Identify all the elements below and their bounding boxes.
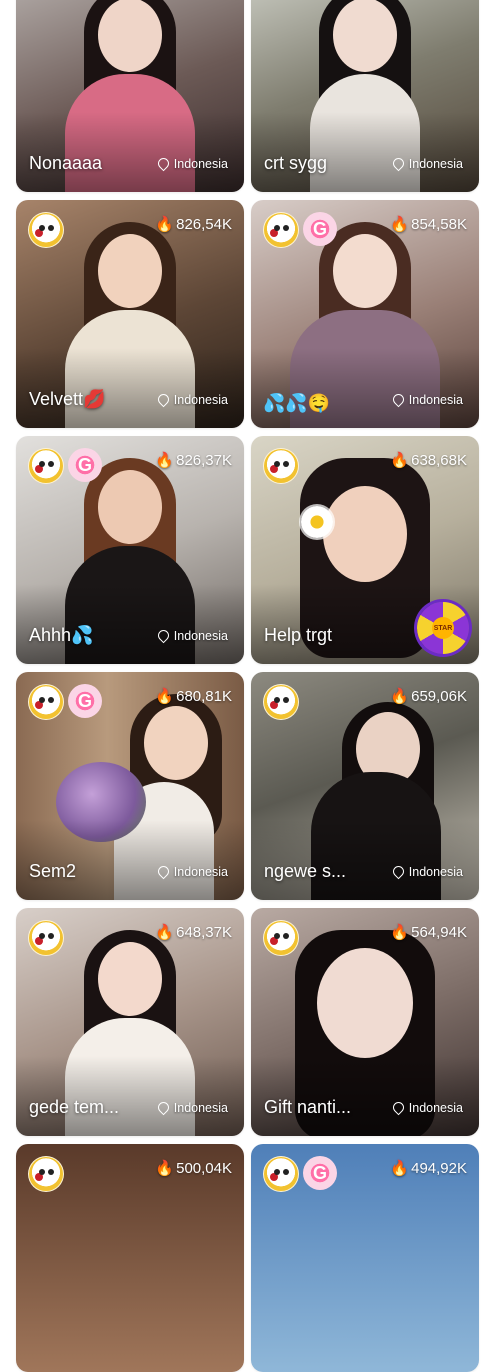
fire-icon: 🔥	[390, 452, 410, 469]
location-label: Indonesia	[155, 155, 228, 171]
location-label: Indonesia	[155, 863, 228, 879]
wheel-label: STAR	[432, 617, 454, 639]
stream-title: gede tem...	[29, 1097, 120, 1117]
viewer-count: 🔥 854,58K	[390, 215, 467, 234]
host-badges: G	[263, 1156, 337, 1192]
viewer-count: 🔥 494,92K	[390, 1159, 467, 1178]
location-pin-icon	[390, 1099, 407, 1115]
stream-title: Ahhh💦	[29, 625, 94, 645]
viewer-count: 🔥 826,37K	[155, 451, 232, 470]
viewer-count: 🔥 500,04K	[155, 1159, 232, 1178]
fire-icon: 🔥	[155, 452, 175, 469]
live-card[interactable]: 🔥 659,06K ngewe s... Indonesia	[251, 672, 479, 900]
level-badge-icon	[263, 1156, 299, 1192]
viewer-count: 🔥 638,68K	[390, 451, 467, 470]
host-badges: G	[28, 448, 102, 484]
location-pin-icon	[390, 155, 407, 171]
location-pin-icon	[155, 155, 172, 171]
host-badges	[28, 212, 64, 248]
live-card[interactable]: crt sygg Indonesia	[251, 0, 479, 192]
location-label: Indonesia	[390, 1099, 463, 1115]
host-badges	[28, 920, 64, 956]
swirl-badge-icon: G	[303, 212, 337, 246]
fire-icon: 🔥	[390, 688, 410, 705]
location-label: Indonesia	[155, 391, 228, 407]
swirl-badge-icon: G	[68, 684, 102, 718]
location-label: Indonesia	[390, 391, 463, 407]
stream-title: Sem2	[29, 861, 77, 881]
level-badge-icon	[28, 212, 64, 248]
stream-title: ngewe s...	[264, 861, 347, 881]
stream-title: 💦💦🤤	[263, 393, 331, 413]
level-badge-icon	[263, 920, 299, 956]
level-badge-icon	[28, 448, 64, 484]
stream-title: Velvett💋	[29, 389, 106, 409]
fire-icon: 🔥	[155, 1160, 175, 1177]
swirl-badge-icon: G	[303, 1156, 337, 1190]
location-label: Indonesia	[155, 627, 228, 643]
stream-title: Help trgt	[264, 625, 333, 645]
live-card[interactable]: G 🔥 826,37K Ahhh💦 Indonesia	[16, 436, 244, 664]
live-card[interactable]: 🔥 638,68K Help trgt STAR	[251, 436, 479, 664]
fire-icon: 🔥	[390, 924, 410, 941]
fire-icon: 🔥	[390, 1160, 410, 1177]
host-badges	[263, 684, 299, 720]
fire-icon: 🔥	[390, 216, 410, 233]
viewer-count: 🔥 564,94K	[390, 923, 467, 942]
swirl-badge-icon: G	[68, 448, 102, 482]
location-label: Indonesia	[155, 1099, 228, 1115]
viewer-count: 🔥 826,54K	[155, 215, 232, 234]
flower-icon	[301, 506, 333, 538]
viewer-count: 🔥 659,06K	[390, 687, 467, 706]
level-badge-icon	[263, 212, 299, 248]
fire-icon: 🔥	[155, 924, 175, 941]
level-badge-icon	[28, 684, 64, 720]
host-badges: G	[263, 212, 337, 248]
location-pin-icon	[155, 1099, 172, 1115]
live-card[interactable]: G 🔥 494,92K	[251, 1144, 479, 1372]
lucky-wheel-icon[interactable]: STAR	[417, 602, 469, 654]
host-badges	[263, 920, 299, 956]
location-pin-icon	[155, 391, 172, 407]
location-pin-icon	[390, 391, 407, 407]
host-badges	[28, 1156, 64, 1192]
live-card[interactable]: 🔥 648,37K gede tem... Indonesia	[16, 908, 244, 1136]
level-badge-icon	[28, 1156, 64, 1192]
live-card[interactable]: 🔥 826,54K Velvett💋 Indonesia	[16, 200, 244, 428]
viewer-count: 🔥 648,37K	[155, 923, 232, 942]
live-card[interactable]: G 🔥 680,81K Sem2 Indonesia	[16, 672, 244, 900]
stream-title: Nonaaaa	[29, 153, 103, 173]
stream-title: Gift nanti...	[264, 1097, 352, 1117]
live-card[interactable]: G 🔥 854,58K 💦💦🤤 Indonesia	[251, 200, 479, 428]
location-pin-icon	[155, 627, 172, 643]
stream-title: crt sygg	[264, 153, 328, 173]
level-badge-icon	[263, 684, 299, 720]
location-label: Indonesia	[390, 863, 463, 879]
live-card[interactable]: Nonaaaa Indonesia	[16, 0, 244, 192]
fire-icon: 🔥	[155, 688, 175, 705]
level-badge-icon	[263, 448, 299, 484]
location-label: Indonesia	[390, 155, 463, 171]
host-badges	[263, 448, 299, 484]
viewer-count: 🔥 680,81K	[155, 687, 232, 706]
location-pin-icon	[390, 863, 407, 879]
level-badge-icon	[28, 920, 64, 956]
live-card[interactable]: 🔥 564,94K Gift nanti... Indonesia	[251, 908, 479, 1136]
live-card[interactable]: 🔥 500,04K	[16, 1144, 244, 1372]
fire-icon: 🔥	[155, 216, 175, 233]
location-pin-icon	[155, 863, 172, 879]
host-badges: G	[28, 684, 102, 720]
